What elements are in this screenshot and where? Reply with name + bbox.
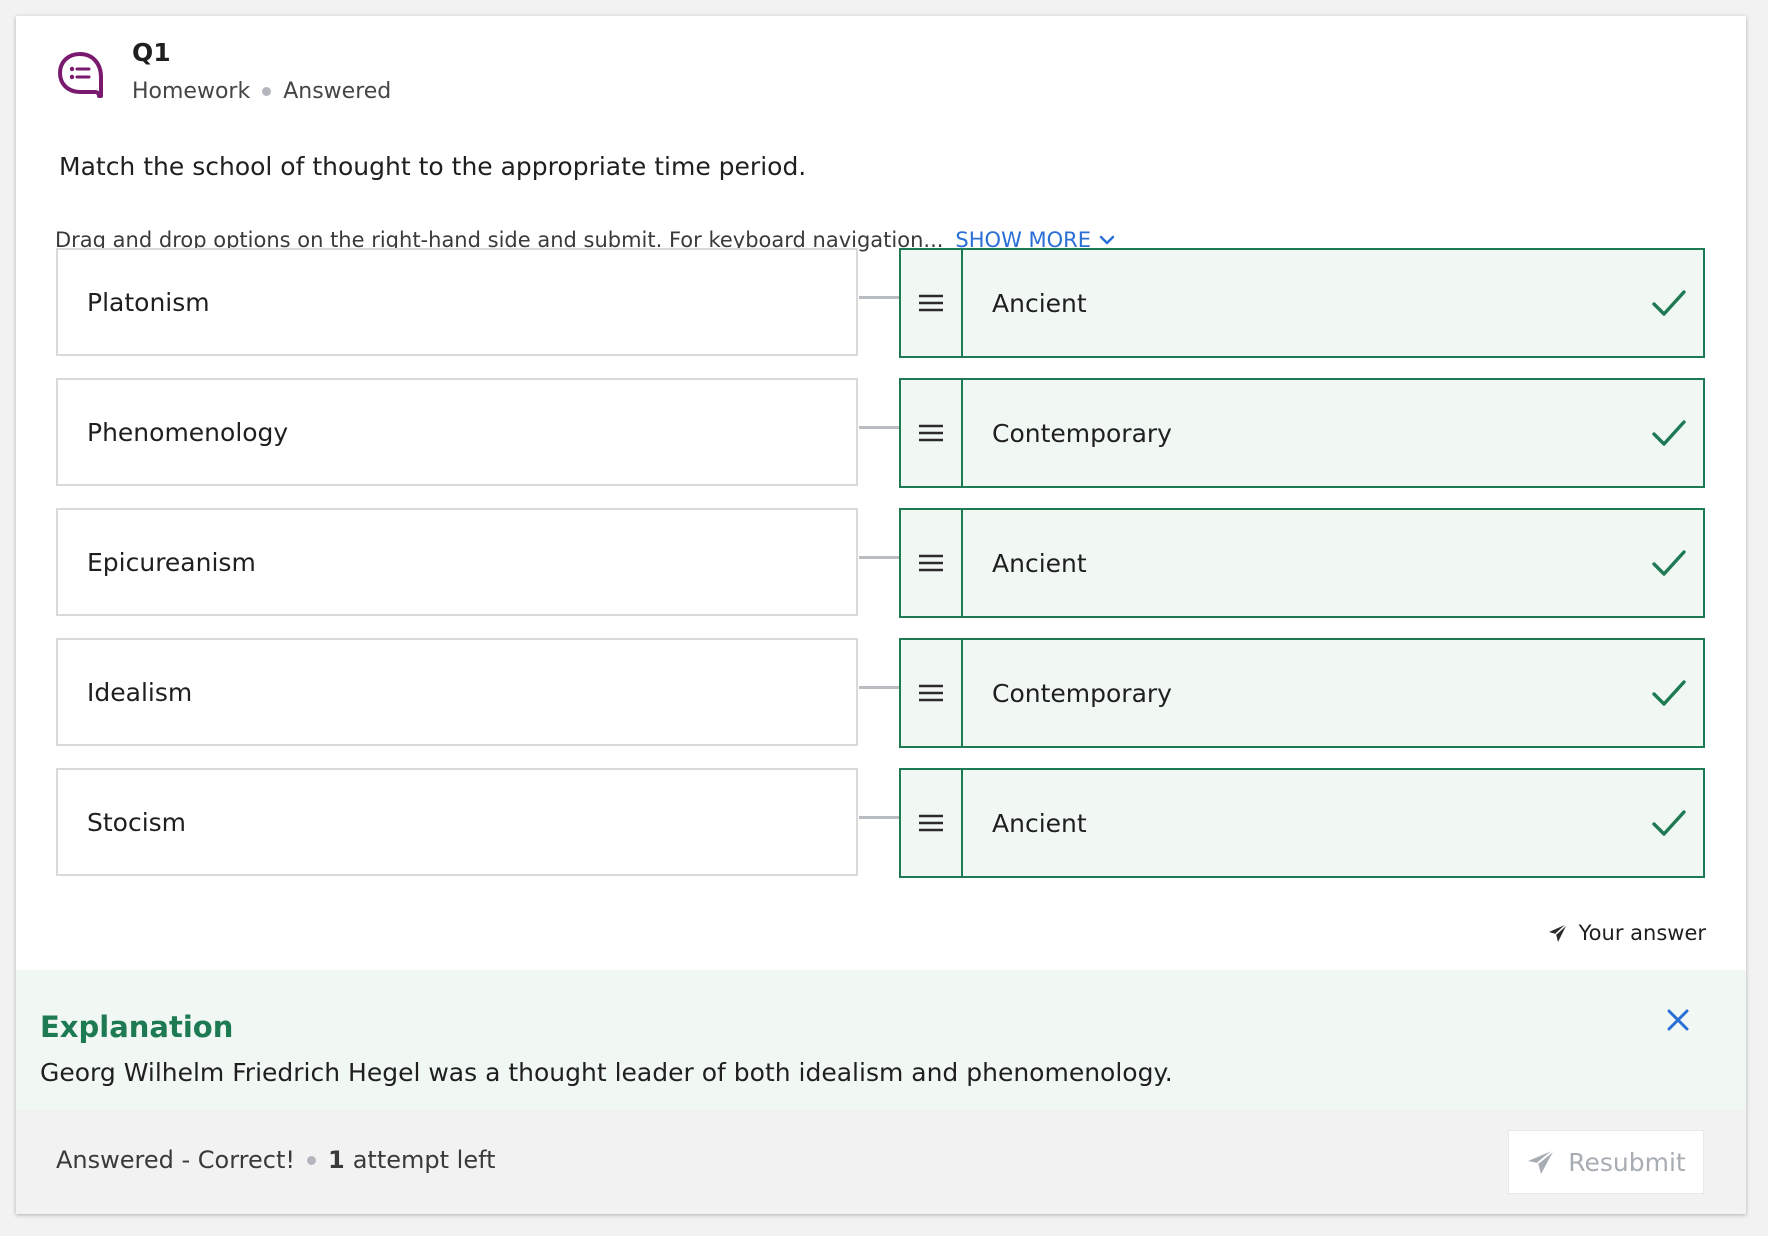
question-card: Q1 Homework Answered Match the school of… [16,16,1746,1214]
checkmark-icon [1652,550,1686,576]
match-answer-label: Ancient [992,548,1087,578]
send-icon [1528,1149,1555,1174]
match-connector [859,426,899,429]
match-answer-draggable[interactable]: Contemporary [899,378,1705,488]
match-answer-draggable[interactable]: Ancient [899,768,1705,878]
match-term-label: Epicureanism [87,547,256,577]
match-term: Stocism [56,768,858,876]
separator-dot [307,1155,317,1165]
close-icon [1667,1009,1689,1031]
submission-status: Answered - Correct! 1 attempt left [56,1146,496,1174]
question-number: Q1 [132,38,171,67]
separator-dot [262,87,272,96]
send-icon [1548,923,1568,942]
drag-handle-icon[interactable] [901,250,963,356]
match-answer-draggable[interactable]: Ancient [899,508,1705,618]
match-answer-draggable[interactable]: Ancient [899,248,1705,358]
match-connector [859,556,899,559]
match-term: Platonism [56,248,858,356]
checkmark-icon [1652,290,1686,316]
match-answer-label: Contemporary [992,418,1172,448]
match-term-label: Phenomenology [87,417,289,447]
match-term-label: Idealism [87,677,193,707]
resubmit-button[interactable]: Resubmit [1508,1130,1704,1194]
status-text: Answered - Correct! [56,1146,296,1174]
your-answer-indicator: Your answer [1547,921,1706,945]
checkmark-icon [1652,420,1686,446]
match-term: Epicureanism [56,508,858,616]
checkmark-icon [1652,810,1686,836]
match-connector [859,816,899,819]
match-answer-label: Ancient [992,808,1087,838]
question-prompt: Match the school of thought to the appro… [59,152,807,181]
discussion-question-icon [55,49,105,99]
question-type: Homework [132,79,251,104]
chevron-down-icon [1099,235,1115,245]
match-term-label: Stocism [87,807,187,837]
question-meta: Homework Answered [132,79,391,104]
explanation-panel: Explanation Georg Wilhelm Friedrich Hege… [16,970,1746,1110]
attempts-count: 1 [328,1146,345,1174]
match-answer-draggable[interactable]: Contemporary [899,638,1705,748]
your-answer-label: Your answer [1578,921,1706,945]
explanation-text: Georg Wilhelm Friedrich Hegel was a thou… [40,1058,1173,1087]
checkmark-icon [1652,680,1686,706]
match-connector [859,686,899,689]
question-status: Answered [283,79,392,104]
match-term: Idealism [56,638,858,746]
explanation-title: Explanation [40,1010,234,1044]
close-explanation-button[interactable] [1662,1004,1694,1036]
drag-handle-icon[interactable] [901,640,963,746]
drag-handle-icon[interactable] [901,380,963,486]
match-answer-label: Ancient [992,288,1087,318]
match-answer-label: Contemporary [992,678,1172,708]
resubmit-label: Resubmit [1568,1147,1686,1177]
match-term-label: Platonism [87,287,210,317]
drag-handle-icon[interactable] [901,770,963,876]
attempts-label: attempt left [352,1146,496,1174]
match-connector [859,296,899,299]
drag-handle-icon[interactable] [901,510,963,616]
match-term: Phenomenology [56,378,858,486]
question-footer: Answered - Correct! 1 attempt left Resub… [16,1110,1746,1214]
